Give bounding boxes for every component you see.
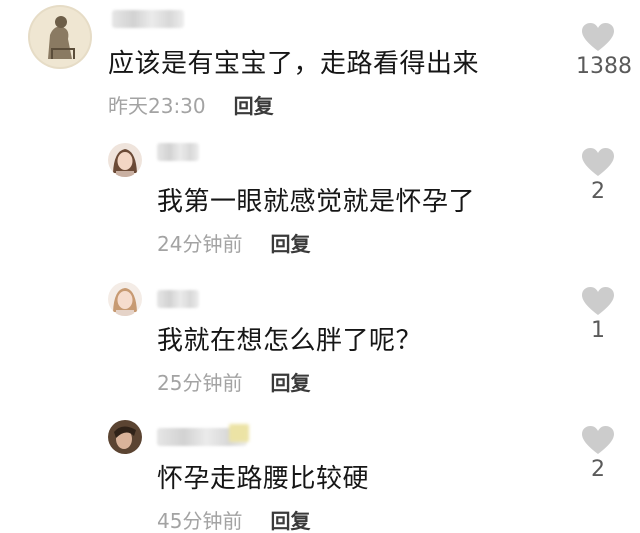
reply-item: 我第一眼就感觉就是怀孕了 24分钟前 回复 2 — [0, 130, 640, 270]
heart-icon — [582, 426, 614, 454]
like-button[interactable]: 1388 — [576, 22, 632, 80]
username-blurred — [157, 290, 199, 308]
heart-icon — [582, 23, 614, 51]
comment-meta: 45分钟前 回复 — [157, 509, 310, 533]
like-count: 2 — [591, 179, 605, 204]
like-button[interactable]: 2 — [576, 147, 620, 205]
reply-button[interactable]: 回复 — [270, 371, 310, 395]
like-count: 2 — [591, 457, 605, 482]
reply-item: 我就在想怎么胖了呢？ 25分钟前 回复 1 — [0, 270, 640, 408]
comment-item: 应该是有宝宝了，走路看得出来 昨天23:30 回复 1388 — [0, 0, 640, 130]
comment-time: 45分钟前 — [157, 509, 243, 533]
comment-text: 我第一眼就感觉就是怀孕了 — [157, 187, 476, 217]
reply-button[interactable]: 回复 — [270, 232, 310, 256]
like-count: 1 — [591, 318, 605, 343]
comment-meta: 昨天23:30 回复 — [108, 94, 274, 118]
reply-button[interactable]: 回复 — [270, 509, 310, 533]
like-count: 1388 — [576, 54, 632, 79]
comment-text: 怀孕走路腰比较硬 — [157, 464, 370, 494]
comment-meta: 25分钟前 回复 — [157, 371, 310, 395]
comment-text: 我就在想怎么胖了呢？ — [157, 326, 423, 356]
comment-time: 25分钟前 — [157, 371, 243, 395]
reply-button[interactable]: 回复 — [234, 94, 274, 118]
avatar[interactable] — [108, 420, 142, 454]
comment-time: 昨天23:30 — [108, 94, 206, 118]
like-button[interactable]: 1 — [576, 286, 620, 344]
like-button[interactable]: 2 — [576, 425, 620, 483]
comment-time: 24分钟前 — [157, 232, 243, 256]
avatar[interactable] — [28, 5, 92, 69]
username-blurred — [112, 10, 184, 28]
comment-text: 应该是有宝宝了，走路看得出来 — [108, 49, 480, 79]
heart-icon — [582, 148, 614, 176]
comment-meta: 24分钟前 回复 — [157, 232, 310, 256]
username-blurred — [157, 424, 249, 446]
reply-item: 怀孕走路腰比较硬 45分钟前 回复 2 — [0, 408, 640, 533]
username-blurred — [157, 143, 199, 161]
avatar[interactable] — [108, 143, 142, 177]
emoji-sticker — [229, 424, 249, 442]
heart-icon — [582, 287, 614, 315]
avatar[interactable] — [108, 282, 142, 316]
